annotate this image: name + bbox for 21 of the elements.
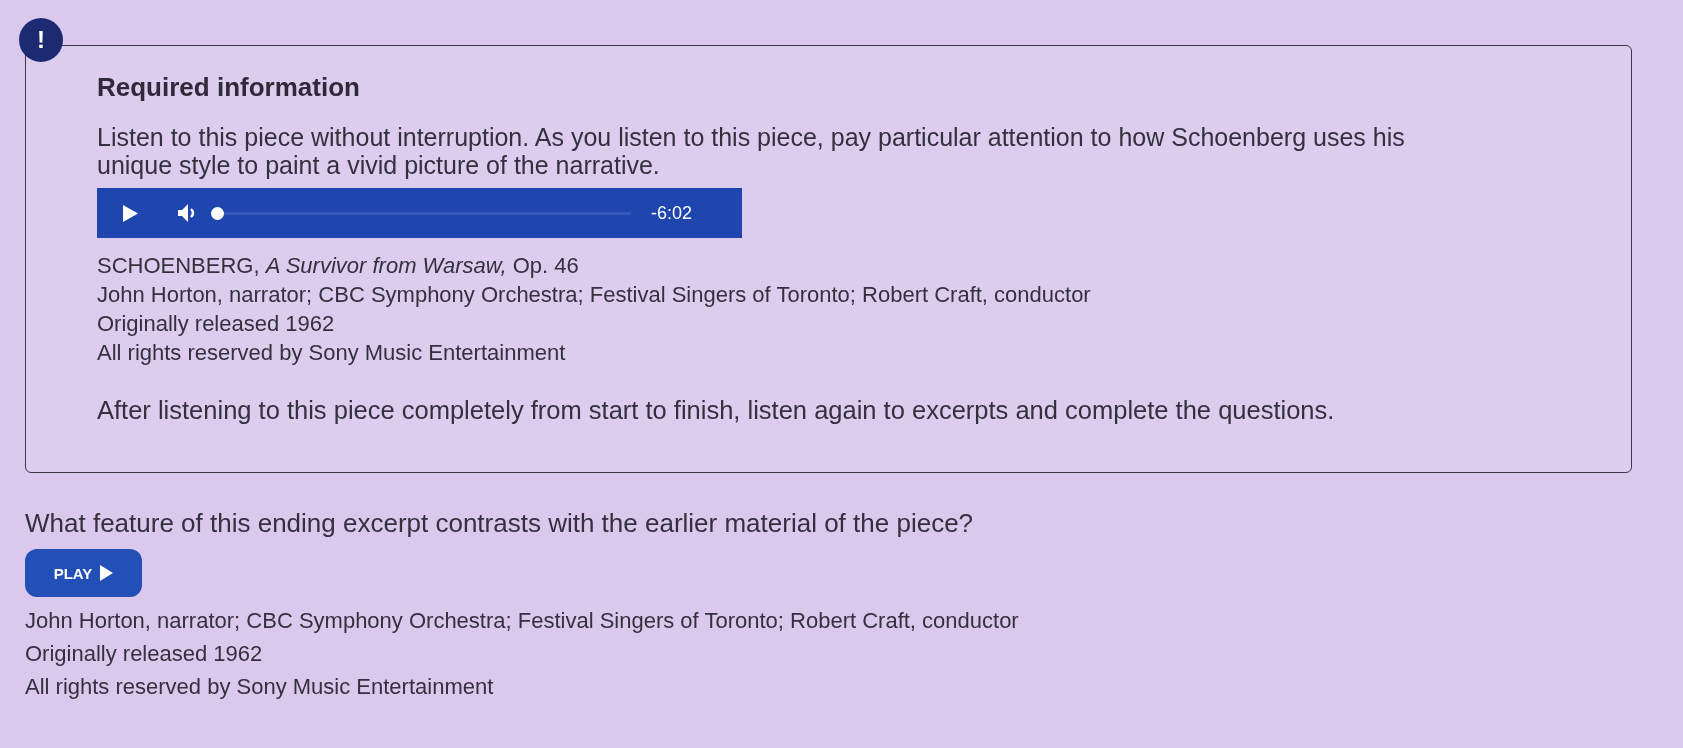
play-icon <box>123 204 138 222</box>
credit-line: John Horton, narrator; CBC Symphony Orchestra; Festival Singers of Toronto; Robert Craft, conductor <box>97 281 1092 309</box>
time-remaining: -6:02 <box>651 202 693 224</box>
credit-line: SCHOENBERG, A Survivor from Warsaw, Op. 46 <box>97 252 580 280</box>
credit-line: John Horton, narrator; CBC Symphony Orchestra; Festival Singers of Toronto; Robert Craft, conductor <box>25 607 1020 635</box>
volume-button[interactable] <box>178 204 197 222</box>
instructions-text: After listening to this piece completely from start to finish, listen again to excerpts and complete the questions. <box>97 395 1336 425</box>
section-title: Required information <box>97 71 361 103</box>
speaker-icon <box>178 204 197 222</box>
credit-line: Originally released 1962 <box>97 310 336 338</box>
alert-badge: ! <box>19 18 63 62</box>
play-icon <box>100 565 114 581</box>
play-button[interactable] <box>123 204 138 222</box>
progress-thumb[interactable] <box>211 206 224 220</box>
play-button[interactable]: PLAY <box>25 549 142 597</box>
progress-track[interactable] <box>211 206 631 220</box>
credit-line: All rights reserved by Sony Music Entertainment <box>25 673 495 701</box>
credit-line: Originally released 1962 <box>25 640 264 668</box>
intro-text: Listen to this piece without interruption. As you listen to this piece, pay particular attention to how Schoenberg uses his unique style to paint a vivid picture of the narrative. <box>97 123 1406 179</box>
credit-line: All rights reserved by Sony Music Entertainment <box>97 339 567 367</box>
question-text: What feature of this ending excerpt contrasts with the earlier material of the piece? <box>25 508 975 538</box>
